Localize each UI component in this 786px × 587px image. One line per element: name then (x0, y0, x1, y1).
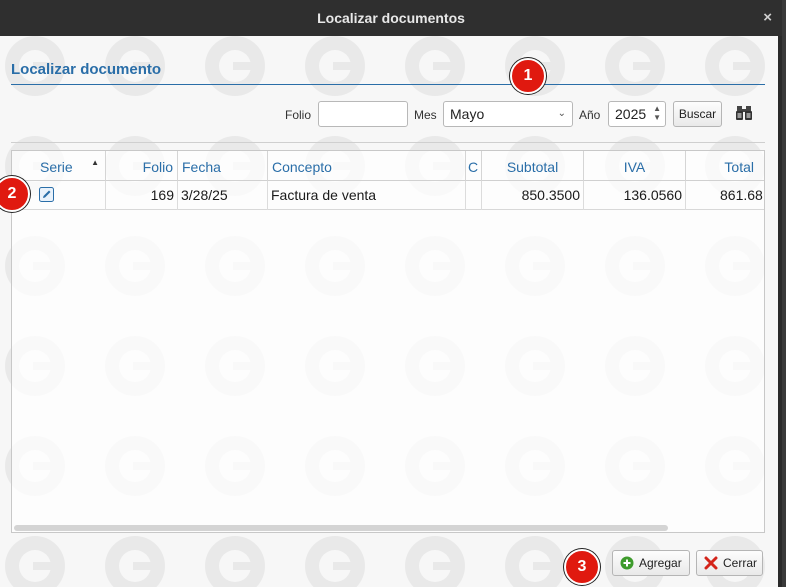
window-edge (778, 36, 782, 587)
edit-icon[interactable] (39, 187, 54, 202)
horizontal-scrollbar[interactable] (14, 525, 668, 531)
agregar-button[interactable]: Agregar (612, 550, 690, 576)
annotation-badge-1: 1 (510, 58, 546, 94)
cell-c[interactable] (466, 181, 482, 210)
watermark-logo (205, 536, 265, 587)
watermark-logo (405, 36, 465, 96)
cerrar-label: Cerrar (723, 556, 758, 570)
dialog-body: Localizar documento Folio Mes Mayo ⌄ Año… (0, 36, 782, 587)
sort-ascending-icon: ▲ (91, 158, 99, 167)
watermark-logo (705, 36, 765, 96)
mes-selected-value: Mayo (450, 106, 485, 122)
watermark-logo (305, 536, 365, 587)
cell-total[interactable]: 861.68 (686, 181, 764, 210)
watermark-logo (5, 536, 65, 587)
cell-folio[interactable]: 169 (106, 181, 178, 210)
folio-input[interactable] (318, 101, 408, 127)
section-underline (11, 84, 765, 85)
agregar-label: Agregar (639, 556, 682, 570)
title-bar: Localizar documentos × (0, 0, 782, 36)
dialog-window: Localizar documentos × Localizar documen… (0, 0, 782, 587)
cell-concepto[interactable]: Factura de venta (268, 181, 466, 210)
cell-serie[interactable] (36, 181, 106, 210)
grid-header: Serie ▲ Folio Fecha Concepto C Subtotal … (12, 151, 764, 181)
watermark-logo (105, 536, 165, 587)
binoculars-icon[interactable] (735, 104, 753, 122)
annotation-badge-3: 3 (564, 549, 600, 585)
header-concepto[interactable]: Concepto (268, 151, 466, 181)
header-fecha[interactable]: Fecha (178, 151, 268, 181)
anio-stepper[interactable]: 2025 ▲ ▼ (608, 101, 666, 127)
watermark-logo (605, 36, 665, 96)
window-title: Localizar documentos (317, 10, 465, 26)
documents-grid[interactable]: Serie ▲ Folio Fecha Concepto C Subtotal … (11, 150, 765, 533)
filter-divider (11, 142, 765, 143)
mes-select[interactable]: Mayo ⌄ (443, 101, 573, 127)
close-icon (704, 556, 718, 570)
watermark-logo (305, 36, 365, 96)
header-iva[interactable]: IVA (584, 151, 686, 181)
window-close-icon[interactable]: × (763, 0, 772, 36)
anio-value: 2025 (615, 106, 647, 122)
header-serie-label: Serie (40, 159, 73, 175)
chevron-down-icon: ⌄ (557, 108, 566, 119)
header-total[interactable]: Total (686, 151, 758, 181)
cell-iva[interactable]: 136.0560 (584, 181, 686, 210)
stepper-arrows-icon[interactable]: ▲ ▼ (653, 104, 661, 122)
header-serie[interactable]: Serie ▲ (36, 151, 106, 181)
cell-subtotal[interactable]: 850.3500 (482, 181, 584, 210)
table-row[interactable]: 169 3/28/25 Factura de venta 850.3500 13… (12, 181, 764, 210)
mes-label: Mes (414, 108, 437, 122)
header-c[interactable]: C (466, 151, 482, 181)
add-circle-icon (620, 556, 634, 570)
header-subtotal[interactable]: Subtotal (482, 151, 584, 181)
watermark-logo (205, 36, 265, 96)
anio-label: Año (579, 108, 601, 122)
cerrar-button[interactable]: Cerrar (696, 550, 763, 576)
watermark-logo (505, 536, 565, 587)
cell-fecha[interactable]: 3/28/25 (178, 181, 268, 210)
header-folio[interactable]: Folio (106, 151, 178, 181)
folio-label: Folio (285, 108, 312, 122)
section-title: Localizar documento (11, 61, 162, 78)
watermark-logo (405, 536, 465, 587)
buscar-button[interactable]: Buscar (673, 101, 722, 127)
